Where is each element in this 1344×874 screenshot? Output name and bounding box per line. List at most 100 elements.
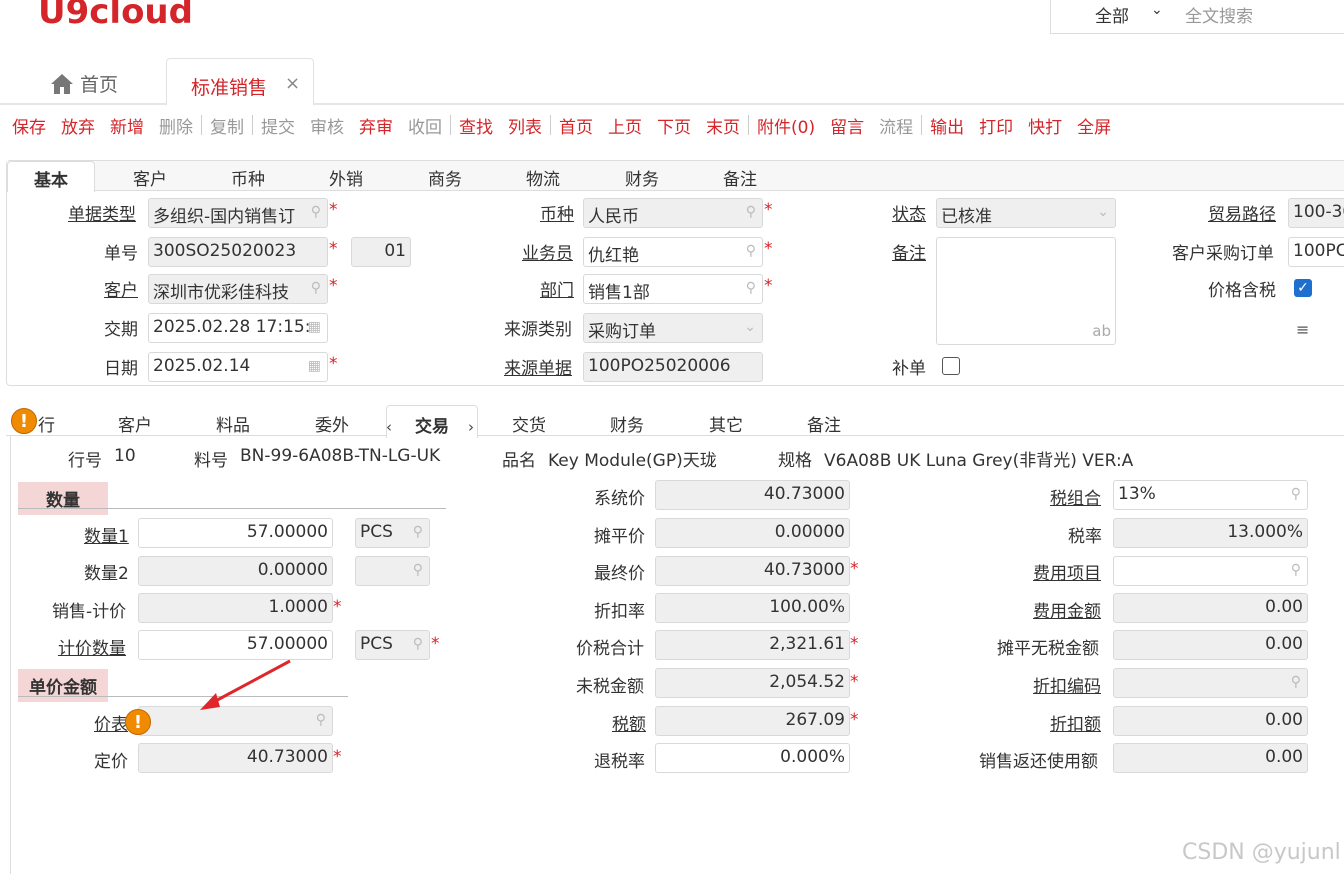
tax-incl-checkbox[interactable]: ✓ <box>1294 279 1312 297</box>
warning-icon[interactable]: ! <box>125 709 151 735</box>
next-page-button[interactable]: 下页 <box>657 113 691 138</box>
line-tab-other[interactable]: 其它 <box>709 411 743 436</box>
tab-currency[interactable]: 币种 <box>231 165 265 190</box>
salesman-field[interactable]: 仇红艳 ⚲ <box>583 237 763 267</box>
source-type-select[interactable]: 采购订单 ⌄ <box>583 313 763 343</box>
qty2-uom-field[interactable]: ⚲ <box>355 556 430 586</box>
fee-amount-label[interactable]: 费用金额 <box>1033 597 1101 622</box>
qty1-label[interactable]: 数量1 <box>84 522 129 547</box>
copy-button[interactable]: 复制 <box>210 113 244 138</box>
tax-amount-field[interactable]: 267.09 <box>655 706 850 736</box>
sys-price-field[interactable]: 40.73000 <box>655 480 850 510</box>
dept-label[interactable]: 部门 <box>540 276 574 301</box>
discount-rate-field[interactable]: 100.00% <box>655 593 850 623</box>
customer-label[interactable]: 客户 <box>104 276 138 301</box>
sale-price-ratio-field[interactable]: 1.0000 <box>138 593 333 623</box>
doc-type-field[interactable]: 多组织-国内销售订 ⚲ <box>148 198 328 228</box>
final-price-field[interactable]: 40.73000 <box>655 556 850 586</box>
currency-field[interactable]: 人民币 ⚲ <box>583 198 763 228</box>
approve-button[interactable]: 审核 <box>310 113 344 138</box>
salesman-label[interactable]: 业务员 <box>522 239 573 264</box>
rebate-field[interactable]: 0.00 <box>1113 743 1308 773</box>
price-qty-label[interactable]: 计价数量 <box>58 634 126 659</box>
total-tax-field[interactable]: 2,321.61 <box>655 630 850 660</box>
export-button[interactable]: 输出 <box>930 113 964 138</box>
qty1-uom-field[interactable]: PCS ⚲ <box>355 518 430 548</box>
submit-button[interactable]: 提交 <box>261 113 295 138</box>
chevron-left-icon[interactable]: ‹ <box>386 418 392 436</box>
memo-textarea[interactable]: ab <box>936 237 1116 345</box>
tab-home[interactable]: 首页 <box>50 70 118 97</box>
list-price-field[interactable]: 40.73000 <box>138 743 333 773</box>
line-tab-item[interactable]: 料品 <box>216 411 250 436</box>
line-tab-delivery[interactable]: 交货 <box>512 411 546 436</box>
unapprove-button[interactable]: 弃审 <box>359 113 393 138</box>
source-doc-field[interactable]: 100PO25020006 <box>583 352 763 382</box>
save-button[interactable]: 保存 <box>12 113 46 138</box>
search-icon[interactable]: ⚲ <box>1291 562 1301 578</box>
tax-rate-field[interactable]: 13.000% <box>1113 518 1308 548</box>
tab-logistics[interactable]: 物流 <box>526 165 560 190</box>
calendar-icon[interactable]: ▦ <box>308 319 321 335</box>
delivery-date-field[interactable]: 2025.02.28 17:15: ▦ <box>148 313 328 343</box>
line-tab-outsource[interactable]: 委外 <box>315 411 349 436</box>
alloc-price-field[interactable]: 0.00000 <box>655 518 850 548</box>
search-icon[interactable]: ⚲ <box>311 204 321 220</box>
print-button[interactable]: 打印 <box>979 113 1013 138</box>
tab-export[interactable]: 外销 <box>329 165 363 190</box>
calendar-icon[interactable]: ▦ <box>308 358 321 374</box>
withdraw-button[interactable]: 收回 <box>408 113 442 138</box>
tab-memo[interactable]: 备注 <box>723 165 757 190</box>
search-icon[interactable]: ⚲ <box>413 562 423 578</box>
chevron-down-icon[interactable]: ⌄ <box>1097 204 1109 220</box>
trade-path-field[interactable]: 100-30 <box>1288 198 1344 228</box>
prev-page-button[interactable]: 上页 <box>608 113 642 138</box>
line-tab-finance[interactable]: 财务 <box>610 411 644 436</box>
search-input[interactable]: 全文搜索 <box>1185 2 1253 27</box>
search-icon[interactable]: ⚲ <box>311 280 321 296</box>
source-doc-label[interactable]: 来源单据 <box>504 354 572 379</box>
net-amount-field[interactable]: 2,054.52 <box>655 668 850 698</box>
workflow-button[interactable]: 流程 <box>879 113 913 138</box>
tax-amount-label[interactable]: 税额 <box>612 710 646 735</box>
tab-customer[interactable]: 客户 <box>133 165 167 190</box>
line-tab-row[interactable]: 行 <box>38 411 55 436</box>
doc-seq-field[interactable]: 01 <box>351 237 411 267</box>
line-tab-customer[interactable]: 客户 <box>118 411 152 436</box>
discard-button[interactable]: 放弃 <box>61 113 95 138</box>
refund-rate-field[interactable]: 0.000% <box>655 743 850 773</box>
warning-icon[interactable]: ! <box>11 408 37 434</box>
search-icon[interactable]: ⚲ <box>746 204 756 220</box>
search-icon[interactable]: ⚲ <box>1291 486 1301 502</box>
tab-finance[interactable]: 财务 <box>625 165 659 190</box>
quick-print-button[interactable]: 快打 <box>1028 113 1062 138</box>
tax-group-label[interactable]: 税组合 <box>1050 484 1101 509</box>
tax-group-field[interactable]: 13% ⚲ <box>1113 480 1308 510</box>
line-tab-trade[interactable]: 交易 <box>386 405 478 438</box>
cust-po-field[interactable]: 100PC <box>1288 237 1344 267</box>
alloc-net-field[interactable]: 0.00 <box>1113 630 1308 660</box>
fee-item-label[interactable]: 费用项目 <box>1033 559 1101 584</box>
currency-label[interactable]: 币种 <box>540 200 574 225</box>
qty1-field[interactable]: 57.00000 <box>138 518 333 548</box>
customer-field[interactable]: 深圳市优彩佳科技 ⚲ <box>148 274 328 304</box>
line-tab-memo[interactable]: 备注 <box>807 411 841 436</box>
doc-type-label[interactable]: 单据类型 <box>68 200 136 225</box>
chevron-right-icon[interactable]: › <box>468 418 474 436</box>
search-icon[interactable]: ⚲ <box>316 712 326 728</box>
delete-button[interactable]: 删除 <box>159 113 193 138</box>
discount-amount-label[interactable]: 折扣额 <box>1050 710 1101 735</box>
global-search[interactable]: 全部 ⌄ 全文搜索 <box>1050 0 1344 34</box>
message-button[interactable]: 留言 <box>830 113 864 138</box>
find-button[interactable]: 查找 <box>459 113 493 138</box>
qty2-field[interactable]: 0.00000 <box>138 556 333 586</box>
list-button[interactable]: 列表 <box>508 113 542 138</box>
search-icon[interactable]: ⚲ <box>413 636 423 652</box>
fullscreen-button[interactable]: 全屏 <box>1077 113 1111 138</box>
close-icon[interactable]: × <box>285 73 300 94</box>
trade-path-label[interactable]: 贸易路径 <box>1208 200 1276 225</box>
date-field[interactable]: 2025.02.14 ▦ <box>148 352 328 382</box>
price-qty-uom-field[interactable]: PCS ⚲ <box>355 630 430 660</box>
discount-code-field[interactable]: ⚲ <box>1113 668 1308 698</box>
memo-label[interactable]: 备注 <box>892 239 926 264</box>
